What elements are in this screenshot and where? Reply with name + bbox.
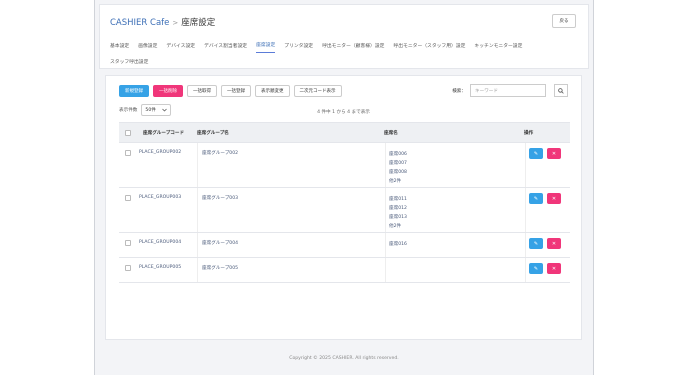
search-icon <box>558 87 564 94</box>
tab-printer[interactable]: プリンタ設定 <box>284 38 313 53</box>
tab-kitchen-monitor[interactable]: キッチンモニター設定 <box>474 38 522 53</box>
delete-button[interactable]: ✕ <box>547 263 561 274</box>
search-label: 検索： <box>452 88 466 94</box>
row-name: 座席グループ003 <box>197 188 385 232</box>
search-input[interactable]: キーワード <box>470 84 546 97</box>
seat-group-table: 座席グループコード 座席グループ名 座席名 操作 PLACE_GROUP002 … <box>119 122 570 283</box>
edit-button[interactable]: ✎ <box>529 238 543 249</box>
seat-name: 座席011 <box>389 197 407 202</box>
tab-call-monitor-staff[interactable]: 呼出モニター（スタッフ用）設定 <box>393 38 465 53</box>
row-actions: ✎ ✕ <box>525 188 570 232</box>
row-name: 座席グループ002 <box>197 143 385 187</box>
row-actions: ✎ ✕ <box>525 233 570 257</box>
row-code: PLACE_GROUP002 <box>139 150 182 155</box>
seat-more: 他2件 <box>389 224 402 229</box>
order-change-button[interactable]: 表示順変更 <box>255 85 290 97</box>
tab-basic[interactable]: 基本設定 <box>110 38 129 53</box>
bulk-get-button[interactable]: 一括取得 <box>187 85 217 97</box>
table-row: PLACE_GROUP004 座席グループ004 座席016 ✎ ✕ <box>119 233 570 258</box>
seat-name: 座席006 <box>389 152 407 157</box>
seat-more: 他2件 <box>389 179 402 184</box>
breadcrumb-separator: > <box>172 19 179 27</box>
app-frame: CASHIER Cafe > 座席設定 戻る 基本設定 画像設定 デバイス設定 デバ… <box>94 0 594 375</box>
tab-seat[interactable]: 座席設定 <box>256 37 276 53</box>
search-button[interactable] <box>554 84 568 97</box>
seat-name: 座席007 <box>389 161 407 166</box>
header-name: 座席グループ名 <box>197 130 229 136</box>
edit-icon: ✎ <box>533 195 539 202</box>
close-icon: ✕ <box>551 195 557 202</box>
edit-button[interactable]: ✎ <box>529 193 543 204</box>
seat-name: 座席016 <box>389 242 407 247</box>
toolbar: 新規登録 一括削除 一括取得 一括登録 表示順変更 二次元コード表示 <box>119 85 342 97</box>
tab-device[interactable]: デバイス設定 <box>166 38 195 53</box>
footer-copyright: Copyright © 2025 CASHIER. All rights res… <box>289 356 399 361</box>
edit-button[interactable]: ✎ <box>529 263 543 274</box>
seat-name: 座席012 <box>389 206 407 211</box>
bulk-delete-button[interactable]: 一括削除 <box>153 85 183 97</box>
row-checkbox[interactable] <box>125 195 131 201</box>
delete-button[interactable]: ✕ <box>547 238 561 249</box>
close-icon: ✕ <box>551 265 557 272</box>
breadcrumb: CASHIER Cafe > 座席設定 <box>110 16 215 28</box>
search-box: 検索： キーワード <box>452 84 568 97</box>
tab-image[interactable]: 画像設定 <box>138 38 157 53</box>
header-seats: 座席名 <box>384 130 398 136</box>
row-seats: 座席016 <box>385 233 525 257</box>
new-button[interactable]: 新規登録 <box>119 85 149 97</box>
table-row: PLACE_GROUP003 座席グループ003 座席011 座席012 座席0… <box>119 188 570 233</box>
row-code: PLACE_GROUP004 <box>139 240 182 245</box>
page-title: 座席設定 <box>181 18 216 28</box>
row-code: PLACE_GROUP003 <box>139 195 182 200</box>
table-header: 座席グループコード 座席グループ名 座席名 操作 <box>119 123 570 143</box>
breadcrumb-app-link[interactable]: CASHIER Cafe <box>110 18 169 28</box>
edit-icon: ✎ <box>533 265 539 272</box>
table-row: PLACE_GROUP002 座席グループ002 座席006 座席007 座席0… <box>119 143 570 188</box>
qr-code-button[interactable]: 二次元コード表示 <box>293 85 342 97</box>
row-code: PLACE_GROUP005 <box>139 265 182 270</box>
main-card: 新規登録 一括削除 一括取得 一括登録 表示順変更 二次元コード表示 検索： キ… <box>105 75 582 340</box>
tab-device-assign[interactable]: デバイス割当者設定 <box>204 38 247 53</box>
settings-tabs: 基本設定 画像設定 デバイス設定 デバイス割当者設定 座席設定 プリンタ設定 呼… <box>110 37 580 69</box>
seat-name: 座席008 <box>389 170 407 175</box>
select-all-checkbox[interactable] <box>125 129 131 136</box>
record-range-text: 4 件中 1 から 4 まで表示 <box>317 110 370 115</box>
row-name: 座席グループ005 <box>197 258 385 282</box>
row-checkbox[interactable] <box>125 265 131 271</box>
seat-name: 座席013 <box>389 215 407 220</box>
row-name: 座席グループ004 <box>197 233 385 257</box>
back-button[interactable]: 戻る <box>552 14 576 28</box>
header-card: CASHIER Cafe > 座席設定 戻る 基本設定 画像設定 デバイス設定 デバ… <box>99 4 589 69</box>
edit-icon: ✎ <box>533 240 539 247</box>
table-row: PLACE_GROUP005 座席グループ005 ✎ ✕ <box>119 258 570 283</box>
delete-button[interactable]: ✕ <box>547 148 561 159</box>
row-actions: ✎ ✕ <box>525 258 570 282</box>
row-seats: 座席011 座席012 座席013 他2件 <box>385 188 525 232</box>
header-ops: 操作 <box>524 130 534 136</box>
edit-icon: ✎ <box>533 150 539 157</box>
row-actions: ✎ ✕ <box>525 143 570 187</box>
close-icon: ✕ <box>551 240 557 247</box>
tab-call-monitor-customer[interactable]: 呼出モニター（顧客様）設定 <box>322 38 384 53</box>
row-checkbox[interactable] <box>125 150 131 156</box>
delete-button[interactable]: ✕ <box>547 193 561 204</box>
header-code: 座席グループコード <box>143 130 185 136</box>
edit-button[interactable]: ✎ <box>529 148 543 159</box>
row-checkbox[interactable] <box>125 240 131 246</box>
bulk-register-button[interactable]: 一括登録 <box>221 85 251 97</box>
row-seats <box>385 258 525 282</box>
close-icon: ✕ <box>551 150 557 157</box>
tab-staff-call[interactable]: スタッフ呼出設定 <box>110 54 148 69</box>
row-seats: 座席006 座席007 座席008 他2件 <box>385 143 525 187</box>
